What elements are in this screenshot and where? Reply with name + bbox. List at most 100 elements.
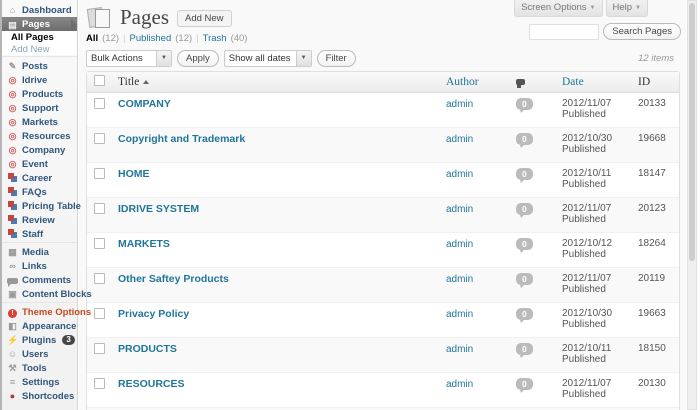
status-value: Published [562,389,606,400]
sidebar-item-theme-options[interactable]: Theme Options [2,305,91,319]
sidebar-item-review[interactable]: Review [2,213,77,227]
status-value: Published [562,354,606,365]
sidebar-item-dashboard[interactable]: Dashboard [2,3,77,17]
view-count: (12) [102,32,120,44]
view-filter-trash[interactable]: Trash [203,33,227,44]
page-title-link[interactable]: PRODUCTS [118,343,177,355]
author-link[interactable]: admin [446,134,473,145]
sidebar-item-links[interactable]: Links [2,259,77,273]
sidebar-subitem-add-new[interactable]: Add New [2,43,77,55]
sidebar-item-settings[interactable]: Settings [2,375,77,389]
comment-count-badge[interactable]: 0 [516,308,533,323]
page-title-link[interactable]: IDRIVE SYSTEM [118,203,199,215]
apply-button[interactable]: Apply [177,49,219,67]
row-checkbox[interactable] [94,98,105,109]
sidebar-item-users[interactable]: Users [2,347,77,361]
sidebar-item-comments[interactable]: Comments [2,273,77,287]
column-header-author[interactable]: Author [439,72,509,93]
sidebar-item-label: Career [22,172,53,184]
sidebar-item-media[interactable]: Media [2,245,77,259]
screen-options-button[interactable]: Screen Options ▼ [514,0,603,17]
sidebar-item-products[interactable]: Products [2,87,77,101]
sidebar-item-plugins[interactable]: Plugins 3 [2,333,77,347]
row-checkbox[interactable] [94,168,105,179]
comment-count-badge[interactable]: 0 [516,98,533,113]
page-title-link[interactable]: Privacy Policy [118,308,189,320]
sidebar-item-posts[interactable]: Posts [2,59,77,73]
sidebar-item-idrive[interactable]: Idrive [2,73,77,87]
table-row: HOME admin 0 2012/10/11 Published 18147 [87,163,679,198]
author-link[interactable]: admin [446,99,473,110]
main-content: Screen Options ▼ Help ▼ Search Pages Pag… [79,0,686,410]
page-title-link[interactable]: Copyright and Trademark [118,133,245,145]
column-header-date[interactable]: Date [555,72,631,93]
table-row: Copyright and Trademark admin 0 2012/10/30 P… [87,128,679,163]
row-checkbox[interactable] [94,273,105,284]
page-title-link[interactable]: MARKETS [118,238,170,250]
comment-count-badge[interactable]: 0 [516,273,533,288]
row-checkbox[interactable] [94,378,105,389]
author-link[interactable]: admin [446,309,473,320]
comment-count-badge[interactable]: 0 [516,133,533,148]
table-row: MARKETS admin 0 2012/10/12 Published 18264 [87,233,679,268]
add-new-button[interactable]: Add New [177,10,232,27]
sidebar-item-staff[interactable]: Staff [2,227,77,241]
column-header-title[interactable]: Title [111,72,439,93]
view-filter-all[interactable]: All [86,33,98,44]
author-link[interactable]: admin [446,204,473,215]
table-header-row: Title Author Date ID [87,72,679,93]
sidebar-item-shortcodes[interactable]: Shortcodes [2,389,77,403]
sidebar-subitem-all-pages[interactable]: All Pages [2,31,77,43]
sidebar-item-label: Plugins [22,334,57,346]
comment-count-badge[interactable]: 0 [516,203,533,218]
comment-count-badge[interactable]: 0 [516,168,533,183]
scrollbar-thumb[interactable] [689,3,695,261]
date-value: 2012/11/07 [562,273,612,284]
page-title-link[interactable]: RESOURCES [118,378,185,390]
help-button[interactable]: Help ▼ [605,0,648,17]
sidebar-item-appearance[interactable]: Appearance [2,319,77,333]
row-checkbox[interactable] [94,343,105,354]
sidebar-item-pricing-table[interactable]: Pricing Table [2,199,81,213]
dates-filter-select[interactable]: Show all dates ▼ [223,49,312,67]
sidebar-item-company[interactable]: Company [2,143,77,157]
author-link[interactable]: admin [446,169,473,180]
author-link[interactable]: admin [446,379,473,390]
row-checkbox[interactable] [94,308,105,319]
sidebar-item-content-blocks[interactable]: Content Blocks [2,287,92,301]
search-input[interactable] [529,23,600,40]
sidebar-item-faqs[interactable]: FAQs [2,185,77,199]
bulk-actions-select[interactable]: Bulk Actions ▼ [86,49,172,67]
author-link[interactable]: admin [446,274,473,285]
filter-button[interactable]: Filter [316,49,356,67]
view-count: (12) [175,32,193,44]
sidebar-item-career[interactable]: Career [2,171,77,185]
status-value: Published [562,179,606,190]
row-checkbox[interactable] [94,203,105,214]
sidebar-item-resources[interactable]: Resources [2,129,77,143]
sidebar-item-support[interactable]: Support [2,101,77,115]
plugins-icon [7,335,18,345]
comment-count-badge[interactable]: 0 [516,343,533,358]
sidebar-item-label: Pages [22,19,50,30]
row-checkbox[interactable] [94,238,105,249]
comment-count-badge[interactable]: 0 [516,378,533,393]
author-link[interactable]: admin [446,239,473,250]
select-all-checkbox[interactable] [94,75,105,86]
page-title-link[interactable]: HOME [118,168,150,180]
sidebar-item-event[interactable]: Event [2,157,77,171]
author-link[interactable]: admin [446,344,473,355]
comment-count-badge[interactable]: 0 [516,238,533,253]
page-title-link[interactable]: COMPANY [118,98,171,110]
vertical-scrollbar[interactable] [687,0,697,410]
row-checkbox[interactable] [94,133,105,144]
view-filter-published[interactable]: Published [130,33,172,44]
sidebar-item-markets[interactable]: Markets [2,115,77,129]
page-title-link[interactable]: Other Saftey Products [118,273,229,285]
sidebar-item-tools[interactable]: Tools [2,361,77,375]
tools-icon [7,363,18,373]
pages-icon [7,20,18,30]
date-value: 2012/10/11 [562,343,612,354]
sidebar-item-pages[interactable]: Pages [2,17,77,31]
search-pages-button[interactable]: Search Pages [603,23,681,40]
